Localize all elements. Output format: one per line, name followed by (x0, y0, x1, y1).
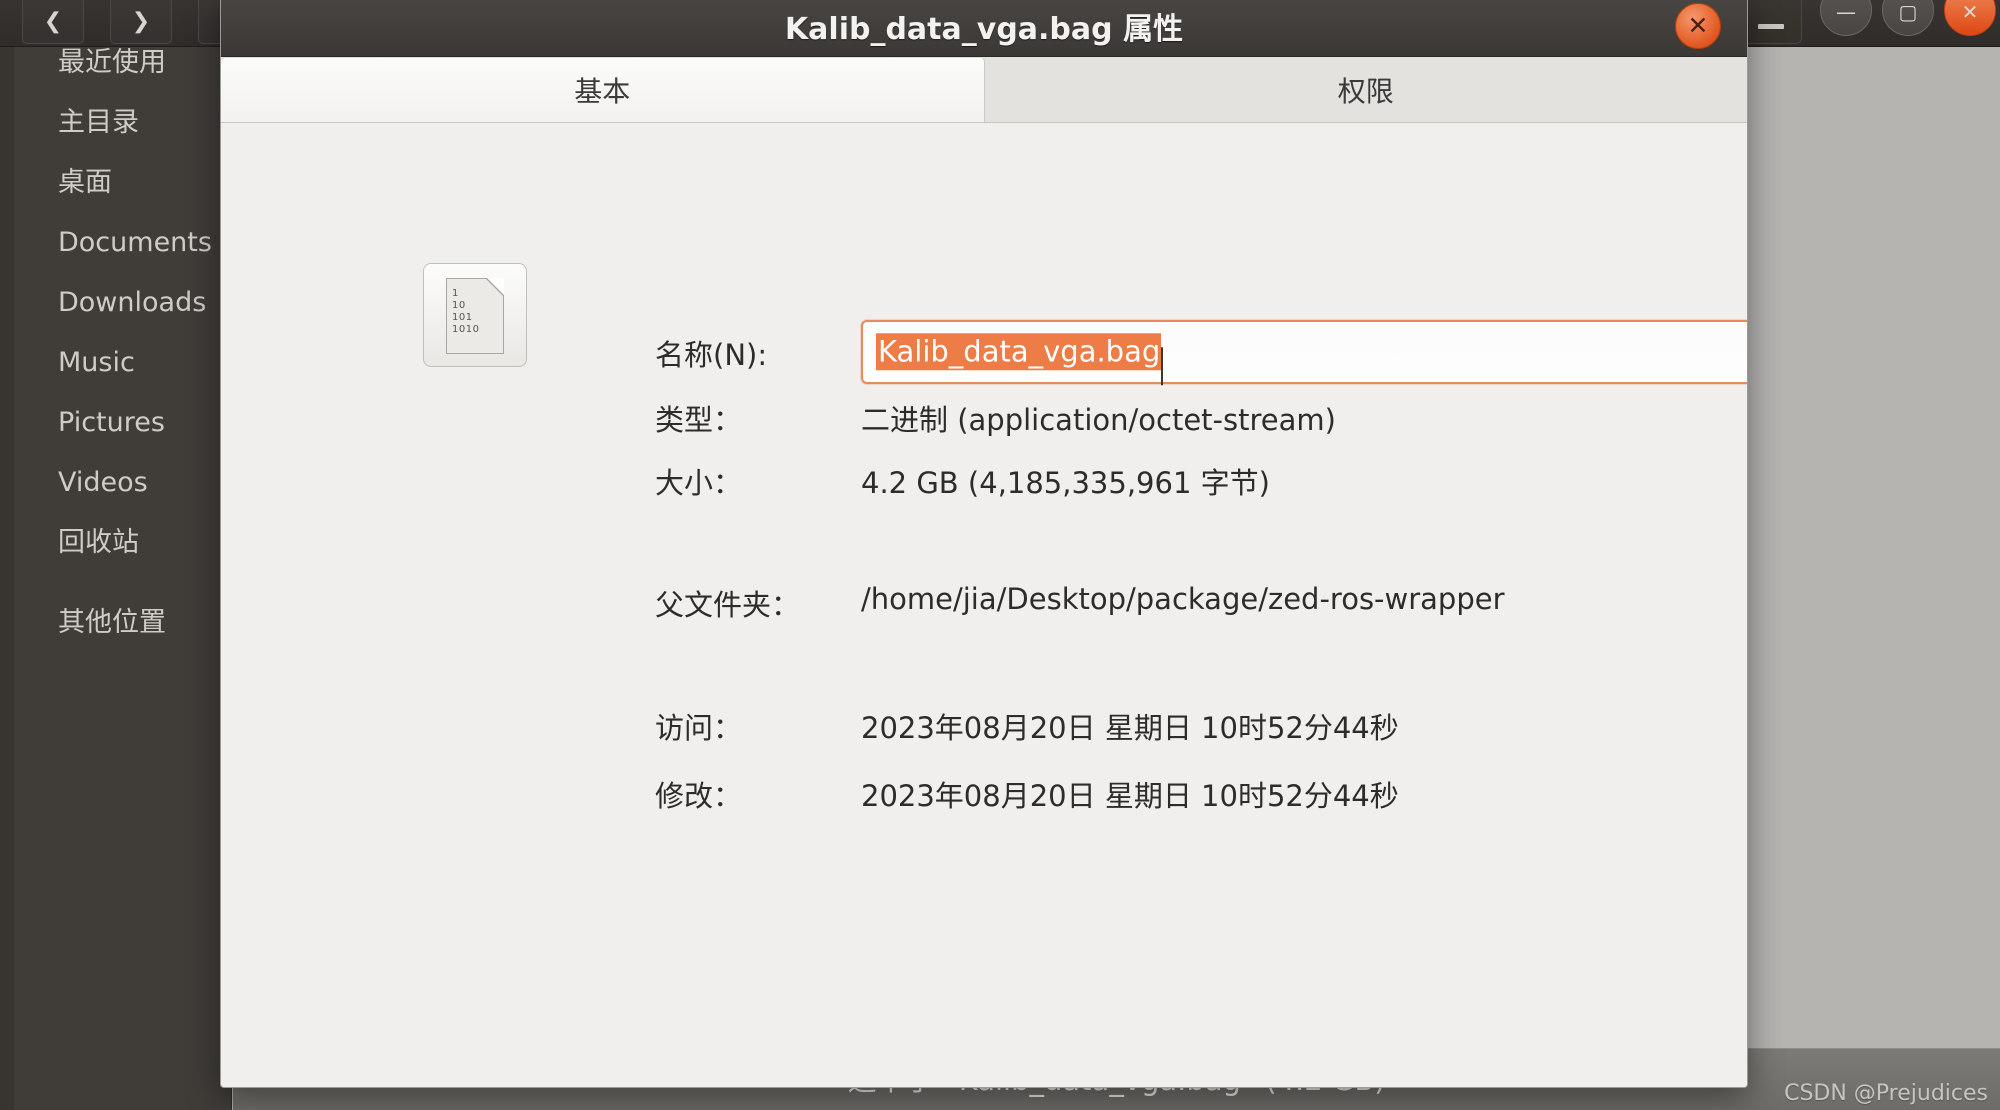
sidebar-item-label: Music (58, 347, 135, 378)
back-button[interactable]: ❮ (22, 0, 84, 44)
sidebar-item-label: 主目录 (58, 107, 139, 138)
name-label: 名称(N): (655, 338, 768, 372)
type-label: 类型： (655, 403, 743, 437)
page-fold-corner (487, 278, 504, 295)
forward-button[interactable]: ❯ (110, 0, 172, 44)
size-label: 大小： (655, 466, 743, 500)
sidebar-edge (0, 47, 14, 1110)
modified-label: 修改： (655, 779, 743, 813)
window-minimize-button[interactable] (1740, 0, 1802, 44)
window-minimize-circle-button[interactable]: — (1820, 0, 1872, 36)
sidebar-item-label: Pictures (58, 407, 165, 438)
screen: 最近使用 主目录 桌面 Documents Downloads Music Pi… (0, 0, 2000, 1110)
tab-label: 权限 (1337, 74, 1394, 108)
accessed-value: 2023年08月20日 星期日 10时52分44秒 (861, 711, 1399, 745)
minimize-icon: — (1836, 0, 1856, 24)
dialog-close-button[interactable]: ✕ (1675, 2, 1721, 49)
size-value: 4.2 GB (4,185,335,961 字节) (861, 466, 1270, 500)
watermark: CSDN @Prejudices (1784, 1081, 1988, 1106)
sidebar-item-label: 最近使用 (58, 47, 166, 78)
sidebar-item-label: 桌面 (58, 167, 112, 198)
properties-dialog: Kalib_data_vga.bag 属性 ✕ 基本 权限 1 10 101 1… (220, 0, 1748, 1088)
maximize-icon: ▢ (1898, 0, 1918, 24)
sidebar (0, 47, 232, 1110)
binary-digits: 1 10 101 1010 (452, 288, 480, 335)
accessed-label: 访问： (655, 711, 743, 745)
sidebar-item-label: Documents (58, 227, 212, 258)
sidebar-item-label: Videos (58, 467, 148, 498)
chevron-left-icon: ❮ (43, 8, 63, 34)
modified-value: 2023年08月20日 星期日 10时52分44秒 (861, 779, 1399, 813)
dialog-title: Kalib_data_vga.bag 属性 (784, 11, 1184, 47)
tab-permissions[interactable]: 权限 (985, 57, 1748, 122)
dialog-tabs: 基本 权限 (221, 57, 1747, 123)
name-input[interactable]: Kalib_data_vga.bag (861, 320, 1747, 386)
binary-file-icon: 1 10 101 1010 (423, 263, 527, 367)
document-shape: 1 10 101 1010 (446, 278, 504, 354)
chevron-right-icon: ❯ (131, 8, 151, 34)
parent-folder-label: 父文件夹： (655, 588, 801, 622)
tab-label: 基本 (574, 75, 631, 108)
parent-folder-value: /home/jia/Desktop/package/zed-ros-wrappe… (861, 582, 1505, 616)
name-input-value: Kalib_data_vga.bag (876, 333, 1164, 386)
minimize-icon (1758, 24, 1784, 29)
sidebar-item-label: Downloads (58, 287, 207, 318)
window-maximize-button[interactable]: ▢ (1882, 0, 1934, 36)
window-close-button[interactable]: ✕ (1944, 0, 1996, 36)
type-value: 二进制 (application/octet-stream) (861, 403, 1336, 437)
text-caret (1161, 347, 1164, 386)
dialog-titlebar: Kalib_data_vga.bag 属性 ✕ (221, 0, 1747, 57)
sidebar-item-label: 其他位置 (58, 607, 166, 638)
sidebar-item-label: 回收站 (58, 527, 139, 558)
tab-panel-basic: 1 10 101 1010 名称(N): Kalib_data_vga.bag … (221, 123, 1747, 1087)
close-icon: ✕ (1687, 10, 1709, 40)
tab-basic[interactable]: 基本 (221, 57, 985, 122)
close-icon: ✕ (1961, 0, 1979, 24)
